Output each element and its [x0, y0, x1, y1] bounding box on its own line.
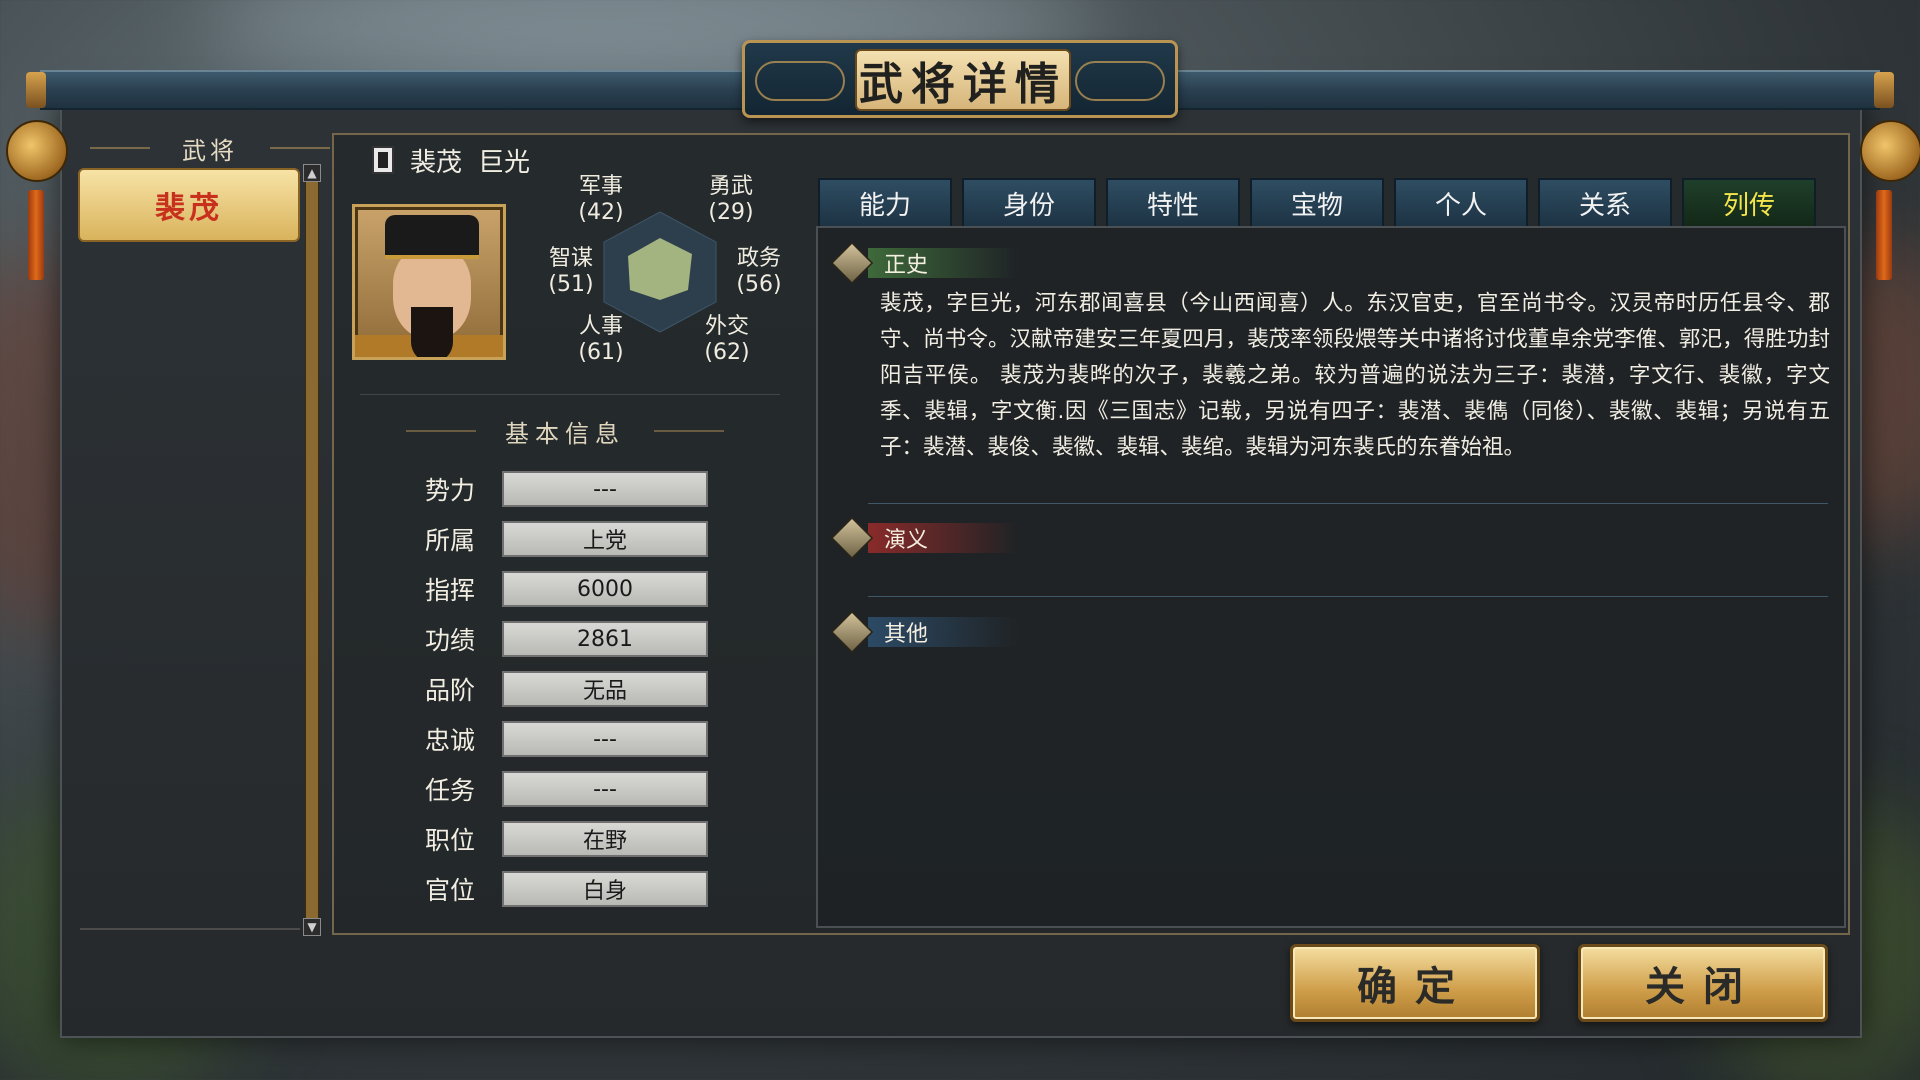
section-history[interactable]: 正史: [830, 241, 1018, 285]
ability-radar-chart: [603, 211, 717, 333]
header-rule: [90, 147, 150, 149]
officer-list-title: 武将: [182, 136, 238, 165]
tassel-ornament: [1876, 190, 1892, 280]
faction-flag-icon: [372, 146, 394, 174]
info-value: 白身: [502, 871, 708, 907]
close-button[interactable]: 关闭: [1578, 944, 1828, 1022]
rail-cap: [26, 72, 46, 108]
tab-4[interactable]: 个人: [1394, 178, 1528, 226]
tab-1[interactable]: 身份: [962, 178, 1096, 226]
divider: [80, 928, 300, 930]
info-value: ---: [502, 721, 708, 757]
tab-6[interactable]: 列传: [1682, 178, 1816, 226]
officer-portrait: [352, 204, 506, 360]
info-label: 忠诚: [424, 726, 475, 755]
officer-list-item[interactable]: 裴茂: [78, 168, 300, 242]
section-scroll-icon: [830, 610, 874, 654]
tassel-ornament: [28, 190, 44, 280]
info-label: 所属: [424, 526, 475, 555]
section-scroll-icon: [830, 241, 874, 285]
section-romance[interactable]: 演义: [830, 516, 1018, 560]
medallion-icon: [1860, 120, 1920, 182]
info-label: 官位: [424, 876, 475, 905]
detail-tabs: 能力 身份 特性 宝物 个人 关系 列传: [818, 178, 1816, 226]
medallion-icon: [6, 120, 68, 182]
stat-politics-label: 政务: [736, 246, 781, 271]
basic-info-row: 所属 上党: [410, 520, 708, 558]
header-rule: [654, 430, 724, 432]
officer-name: 裴茂: [410, 147, 463, 178]
officer-list-scrollbar[interactable]: [305, 165, 319, 935]
info-label: 职位: [424, 826, 475, 855]
info-value: ---: [502, 471, 708, 507]
info-value: ---: [502, 771, 708, 807]
info-label: 任务: [424, 776, 475, 805]
biography-history-text: 裴茂，字巨光，河东郡闻喜县（今山西闻喜）人。东汉官吏，官至尚书令。汉灵帝时历任县…: [880, 291, 1830, 460]
basic-info-row: 功绩 2861: [410, 620, 708, 658]
info-label: 势力: [424, 476, 475, 505]
stat-politics: 政务 (56): [714, 246, 804, 298]
info-value: 上党: [502, 521, 708, 557]
section-other-title: 其他: [868, 617, 1018, 647]
scroll-down-icon[interactable]: ▼: [303, 918, 321, 936]
rail-cap: [1874, 72, 1894, 108]
basic-info-row: 职位 在野: [410, 820, 708, 858]
tab-5[interactable]: 关系: [1538, 178, 1672, 226]
tab-3[interactable]: 宝物: [1250, 178, 1384, 226]
cloud-ornament-icon: [755, 61, 845, 101]
divider: [868, 596, 1828, 597]
scroll-up-icon[interactable]: ▲: [303, 164, 321, 182]
info-label: 指挥: [424, 576, 475, 605]
stat-politics-value: (56): [736, 272, 782, 297]
info-label: 品阶: [424, 676, 475, 705]
portrait-hat: [385, 215, 479, 259]
info-value: 在野: [502, 821, 708, 857]
stat-diplomacy-value: (62): [704, 340, 750, 365]
basic-info-row: 任务 ---: [410, 770, 708, 808]
officer-courtesy-name: 巨光: [478, 147, 531, 178]
divider: [868, 503, 1828, 504]
basic-info-row: 势力 ---: [410, 470, 708, 508]
stat-valor-label: 勇武: [708, 174, 753, 199]
tab-2[interactable]: 特性: [1106, 178, 1240, 226]
officer-name-row: 裴茂 巨光: [372, 142, 530, 178]
header-rule: [270, 147, 330, 149]
stat-personnel-value: (61): [578, 340, 624, 365]
header-rule: [406, 430, 476, 432]
basic-info-header: 基本信息: [406, 414, 724, 448]
tab-0[interactable]: 能力: [818, 178, 952, 226]
officer-list-header: 武将: [90, 130, 330, 166]
confirm-button[interactable]: 确定: [1290, 944, 1540, 1022]
basic-info-row: 官位 白身: [410, 870, 708, 908]
section-romance-title: 演义: [868, 523, 1018, 553]
window-title-plate: 武将详情: [742, 40, 1178, 118]
basic-info-title: 基本信息: [505, 419, 625, 448]
divider: [360, 394, 780, 395]
section-scroll-icon: [830, 516, 874, 560]
window-title: 武将详情: [855, 49, 1071, 111]
cloud-ornament-icon: [1075, 61, 1165, 101]
basic-info-row: 品阶 无品: [410, 670, 708, 708]
basic-info-row: 忠诚 ---: [410, 720, 708, 758]
info-label: 功绩: [424, 626, 475, 655]
section-history-title: 正史: [868, 248, 1018, 278]
section-other[interactable]: 其他: [830, 610, 1018, 654]
portrait-beard: [411, 307, 453, 357]
stat-military-label: 军事: [578, 174, 623, 199]
info-value: 2861: [502, 621, 708, 657]
info-value: 6000: [502, 571, 708, 607]
info-value: 无品: [502, 671, 708, 707]
basic-info-row: 指挥 6000: [410, 570, 708, 608]
